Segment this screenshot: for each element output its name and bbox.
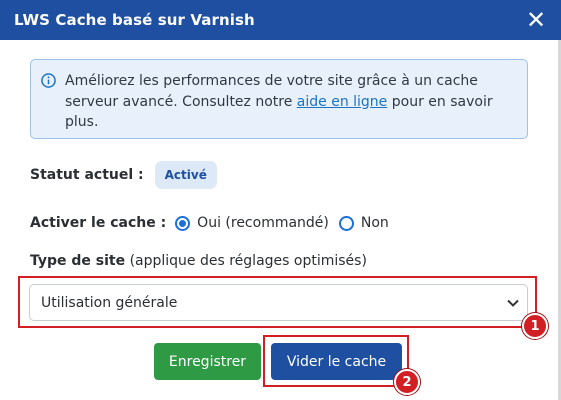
- chevron-down-icon: [507, 296, 519, 310]
- dialog-title: LWS Cache basé sur Varnish: [14, 11, 255, 29]
- site-type-value: Utilisation générale: [41, 294, 178, 311]
- site-type-hint: (applique des réglages optimisés): [125, 253, 367, 269]
- info-notice: Améliorez les performances de votre site…: [30, 59, 528, 139]
- status-label: Statut actuel :: [30, 167, 144, 183]
- status-badge: Activé: [154, 161, 217, 189]
- close-icon[interactable]: ✕: [525, 8, 547, 32]
- radio-option-yes[interactable]: Oui (recommandé): [175, 215, 329, 231]
- site-type-label-bold: Type de site: [30, 253, 126, 269]
- status-row: Statut actuel : Activé: [30, 160, 217, 190]
- radio-option-no[interactable]: Non: [338, 215, 389, 231]
- radio-no[interactable]: [338, 215, 354, 231]
- save-button[interactable]: Enregistrer: [154, 343, 261, 380]
- site-type-select[interactable]: Utilisation générale: [29, 284, 528, 321]
- clear-cache-button[interactable]: Vider le cache: [271, 343, 402, 380]
- callout-badge-1: 1: [522, 313, 548, 339]
- radio-yes[interactable]: [175, 215, 191, 231]
- cache-toggle-row: Activer le cache : Oui (recommandé) Non: [30, 211, 399, 235]
- radio-no-label: Non: [360, 215, 389, 231]
- site-type-label: Type de site (applique des réglages opti…: [30, 253, 367, 269]
- help-link[interactable]: aide en ligne: [297, 94, 388, 110]
- callout-badge-2: 2: [394, 369, 420, 395]
- radio-yes-label: Oui (recommandé): [197, 215, 329, 231]
- info-circle-icon: [41, 73, 56, 88]
- cache-toggle-label: Activer le cache :: [30, 215, 167, 231]
- dialog-header: LWS Cache basé sur Varnish ✕: [0, 0, 561, 40]
